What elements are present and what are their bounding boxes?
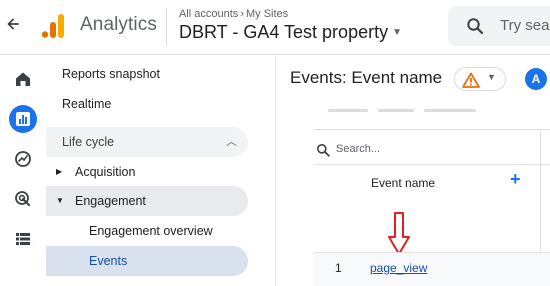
table-search-icon bbox=[317, 144, 330, 157]
nav-item-realtime[interactable]: Realtime bbox=[62, 89, 111, 119]
configure-icon[interactable] bbox=[9, 225, 37, 253]
events-table: Event name + 1 page_view bbox=[314, 129, 550, 286]
column-header-event-name[interactable]: Event name bbox=[371, 176, 435, 190]
main-content: Events: Event name ▼ A Event name + 1 pa… bbox=[276, 55, 550, 286]
property-dropdown-icon: ▼ bbox=[392, 27, 402, 38]
chevron-down-icon: ▼ bbox=[487, 72, 496, 82]
breadcrumb-account[interactable]: All accounts bbox=[179, 8, 238, 20]
event-name-link[interactable]: page_view bbox=[370, 261, 427, 275]
nav-item-events-highlight bbox=[46, 246, 248, 276]
add-dimension-plus-icon[interactable]: + bbox=[510, 169, 521, 190]
nav-item-acquisition[interactable]: Acquisition bbox=[75, 157, 135, 187]
header-divider bbox=[166, 8, 167, 46]
breadcrumb-site[interactable]: My Sites bbox=[246, 8, 288, 20]
nav-section-label: Life cycle bbox=[62, 135, 115, 149]
page-title: Events: Event name bbox=[290, 68, 443, 87]
analytics-logo-icon bbox=[40, 14, 66, 38]
row-index: 1 bbox=[335, 261, 342, 275]
left-rail bbox=[0, 55, 46, 286]
breadcrumb-separator: › bbox=[240, 8, 244, 20]
avatar[interactable]: A bbox=[525, 68, 547, 90]
home-icon[interactable] bbox=[9, 65, 37, 93]
global-search-box[interactable]: Try sear bbox=[448, 6, 550, 46]
reports-nav: Reports snapshot Realtime Life cycle ︿ ▶… bbox=[46, 55, 276, 286]
chevron-up-icon: ︿ bbox=[226, 136, 237, 148]
top-bar: Analytics All accounts › My Sites DBRT - G… bbox=[0, 0, 550, 55]
property-selector[interactable]: DBRT - GA4 Test property ▼ bbox=[179, 22, 402, 43]
nav-item-engagement[interactable]: Engagement bbox=[75, 186, 146, 216]
caret-down-icon: ▼ bbox=[56, 196, 64, 205]
app-name: Analytics bbox=[80, 14, 157, 35]
property-name: DBRT - GA4 Test property bbox=[179, 22, 389, 42]
back-arrow-icon[interactable] bbox=[4, 16, 22, 36]
search-icon bbox=[467, 18, 484, 35]
breadcrumb[interactable]: All accounts › My Sites bbox=[179, 8, 288, 20]
explore-icon[interactable] bbox=[9, 145, 37, 173]
data-quality-warning-chip[interactable]: ▼ bbox=[454, 67, 506, 91]
table-row bbox=[314, 253, 550, 286]
table-search-input[interactable] bbox=[336, 138, 486, 160]
global-search-placeholder: Try sear bbox=[500, 17, 550, 34]
advertising-icon[interactable] bbox=[9, 185, 37, 213]
nav-section-life-cycle[interactable]: Life cycle ︿ bbox=[46, 127, 248, 157]
table-header-divider bbox=[314, 164, 550, 165]
caret-right-icon: ▶ bbox=[56, 167, 63, 176]
red-arrow-annotation-icon bbox=[388, 212, 410, 255]
nav-item-events[interactable]: Events bbox=[89, 246, 127, 276]
warning-icon bbox=[462, 72, 480, 88]
faint-filter-bar bbox=[328, 99, 528, 112]
nav-item-reports-snapshot[interactable]: Reports snapshot bbox=[62, 59, 160, 89]
reports-icon[interactable] bbox=[9, 105, 37, 133]
nav-item-engagement-overview[interactable]: Engagement overview bbox=[89, 216, 213, 246]
